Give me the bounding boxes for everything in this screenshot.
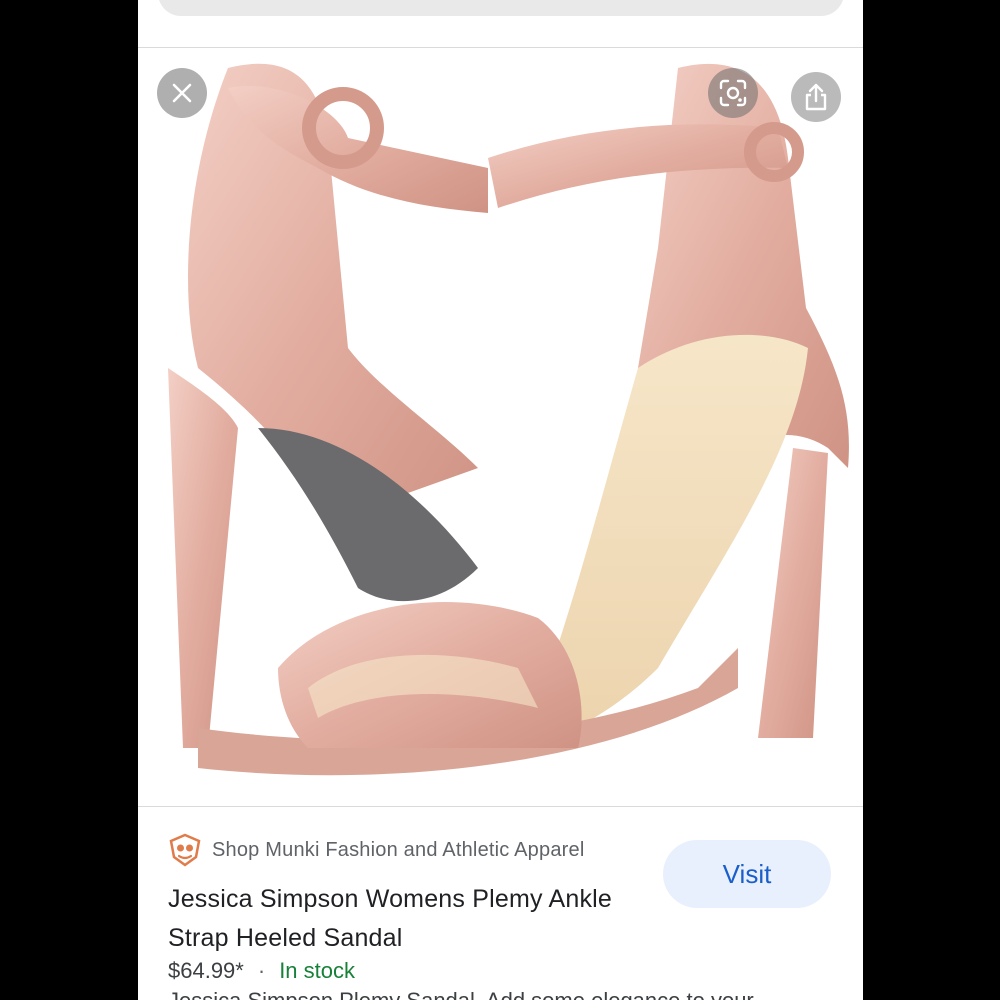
sandal-image bbox=[168, 63, 849, 776]
source-name[interactable]: Shop Munki Fashion and Athletic Apparel bbox=[212, 839, 584, 862]
stock-status: In stock bbox=[279, 958, 355, 983]
divider bbox=[138, 806, 863, 807]
phone-screen: Shop Munki Fashion and Athletic Apparel … bbox=[138, 0, 863, 1000]
source-row[interactable]: Shop Munki Fashion and Athletic Apparel bbox=[168, 832, 584, 868]
lens-icon bbox=[719, 79, 747, 107]
lens-button[interactable] bbox=[708, 68, 758, 118]
close-button[interactable] bbox=[157, 68, 207, 118]
search-bar[interactable] bbox=[158, 0, 844, 16]
product-image[interactable] bbox=[138, 48, 863, 806]
price-row: $64.99* · In stock bbox=[168, 958, 355, 984]
close-icon bbox=[172, 83, 192, 103]
price: $64.99* bbox=[168, 958, 244, 983]
product-title[interactable]: Jessica Simpson Womens Plemy Ankle Strap… bbox=[168, 880, 648, 958]
munki-logo-icon bbox=[169, 833, 201, 867]
share-icon bbox=[805, 83, 827, 111]
product-description: Jessica Simpson Plemy Sandal. Add some e… bbox=[168, 988, 754, 1000]
visit-button[interactable]: Visit bbox=[663, 840, 831, 908]
separator: · bbox=[257, 958, 266, 983]
share-button[interactable] bbox=[791, 72, 841, 122]
